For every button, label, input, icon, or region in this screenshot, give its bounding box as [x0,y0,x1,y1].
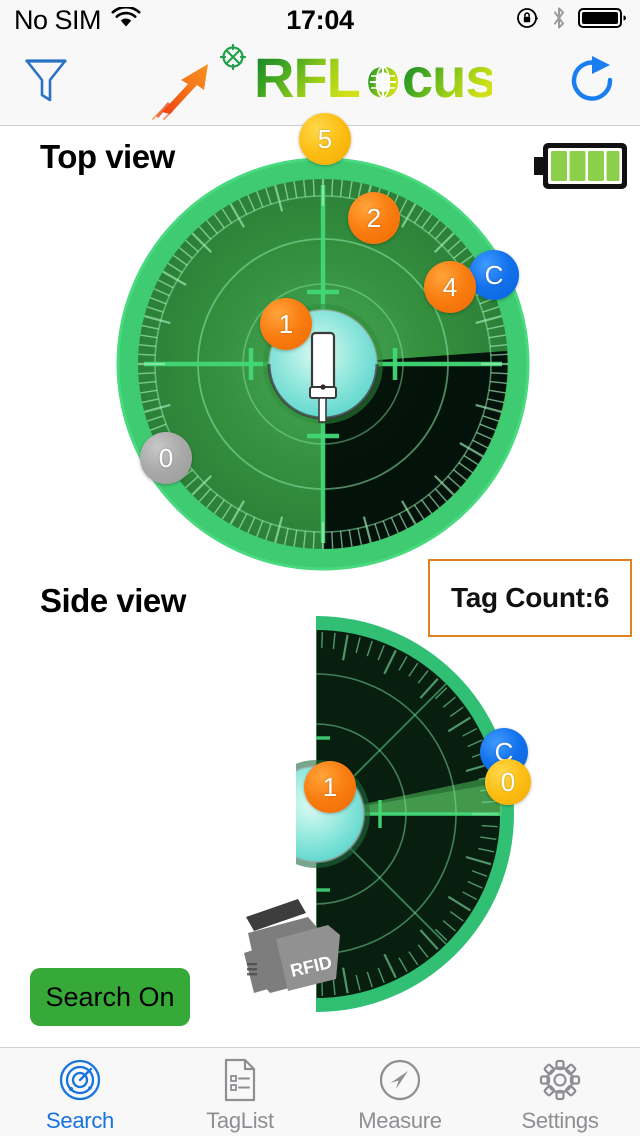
filter-button[interactable] [22,54,84,111]
tab-taglist-label: TagList [206,1108,274,1133]
status-bar-left: No SIM [14,5,141,36]
svg-text:RFL: RFL [254,49,360,109]
rotation-lock-icon [516,6,540,35]
tag-marker[interactable]: 0 [485,759,531,805]
tag-marker[interactable]: 1 [304,761,356,813]
refresh-icon [566,52,618,113]
top-view-radar[interactable] [114,155,532,573]
svg-text:cus: cus [402,49,492,109]
bluetooth-icon [551,6,567,35]
tag-marker[interactable]: C [469,250,519,300]
tab-settings[interactable]: Settings [480,1048,640,1136]
tab-bar: Search TagList Measure Settings [0,1047,640,1136]
tag-marker[interactable]: 0 [140,432,192,484]
filter-icon [22,54,70,111]
tab-search-label: Search [46,1108,114,1133]
search-toggle-button[interactable]: Search On [30,968,190,1026]
refresh-button[interactable] [556,52,618,113]
brand-wordmark: RFL o cus [254,46,497,116]
device-battery-indicator [532,137,630,200]
tab-settings-label: Settings [521,1108,599,1133]
tag-marker[interactable]: 1 [260,298,312,350]
carrier-label: No SIM [14,4,102,35]
status-bar: No SIM 17:04 [0,0,640,40]
tag-marker[interactable]: 2 [348,192,400,244]
tab-measure[interactable]: Measure [320,1048,480,1136]
tag-marker[interactable]: 5 [299,113,351,165]
document-list-icon [220,1057,260,1103]
main-content: Top view Side view 5 2 C 4 1 0 Tag Count… [0,113,640,1047]
compass-navigation-icon [378,1057,422,1103]
side-view-label: Side view [40,582,186,619]
app-root: No SIM 17:04 RFL cus Top view Side view … [0,0,640,1136]
status-bar-right [516,0,628,40]
tab-taglist[interactable]: TagList [160,1048,320,1136]
tag-marker[interactable]: 4 [424,261,476,313]
tab-measure-label: Measure [358,1108,442,1133]
battery-icon [578,6,628,35]
clock-label: 17:04 [286,4,354,35]
brand-logo: RFL o cus [148,40,497,125]
tag-count-label: Tag Count:6 [451,582,609,613]
tab-search[interactable]: Search [0,1048,160,1136]
gear-icon [538,1057,582,1103]
rfid-reader-icon: RFID [236,893,354,1006]
wifi-icon [111,5,141,34]
rocket-arrow-icon [148,40,248,125]
radar-target-icon [58,1057,102,1103]
